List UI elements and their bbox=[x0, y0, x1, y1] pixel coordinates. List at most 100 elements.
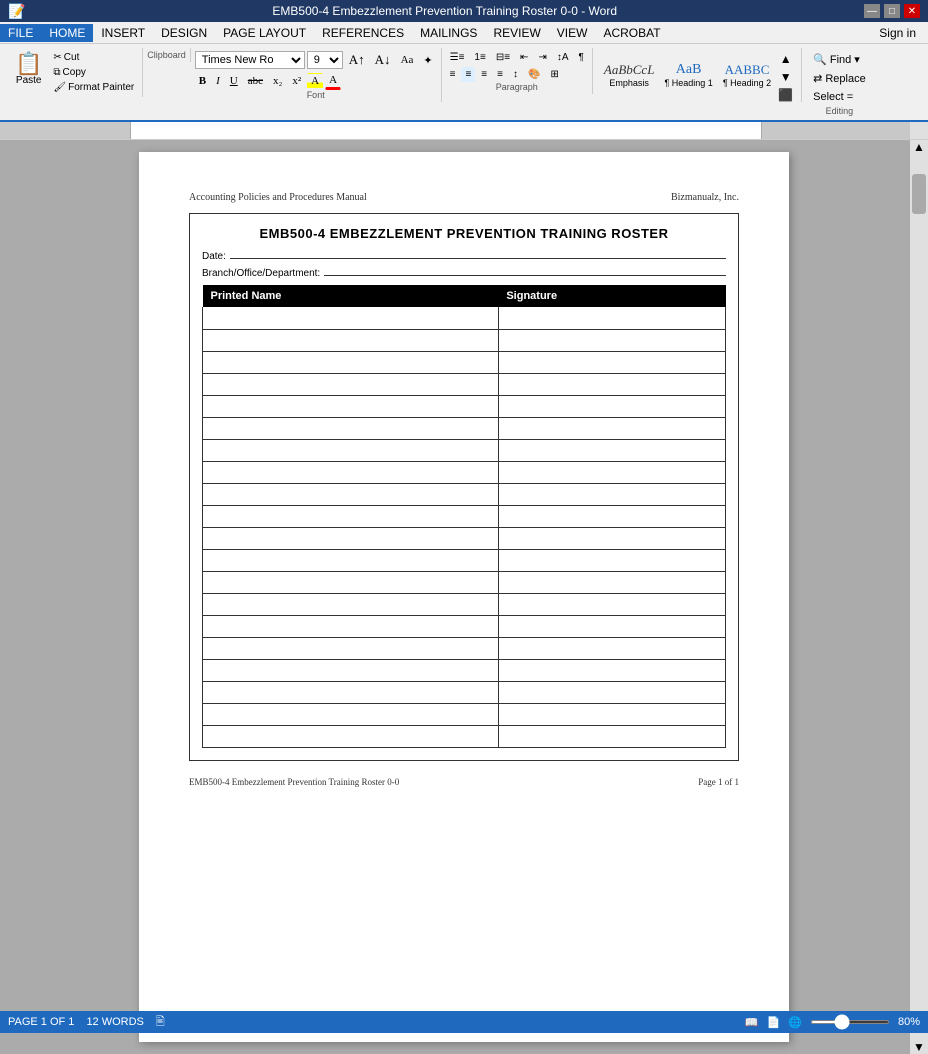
cell-name[interactable] bbox=[203, 681, 499, 703]
align-center-button[interactable]: ≡ bbox=[461, 67, 475, 82]
branch-underline[interactable] bbox=[324, 275, 726, 276]
view-read-button[interactable]: 📖 bbox=[745, 1016, 759, 1029]
strikethrough-button[interactable]: abc bbox=[244, 73, 267, 89]
cut-button[interactable]: ✂ Cut bbox=[49, 50, 138, 65]
cell-signature[interactable] bbox=[498, 439, 725, 461]
cell-signature[interactable] bbox=[498, 681, 725, 703]
sort-button[interactable]: ↕A bbox=[553, 50, 573, 65]
styles-more[interactable]: ⬛ bbox=[776, 86, 795, 104]
view-print-button[interactable]: 📄 bbox=[767, 1016, 781, 1029]
text-highlight-button[interactable]: A bbox=[307, 73, 323, 89]
vertical-scrollbar[interactable]: ▲ ▼ bbox=[910, 140, 928, 1054]
cell-signature[interactable] bbox=[498, 417, 725, 439]
close-button[interactable]: ✕ bbox=[904, 4, 920, 18]
cell-name[interactable] bbox=[203, 615, 499, 637]
shading-button[interactable]: 🎨 bbox=[524, 67, 544, 82]
cell-signature[interactable] bbox=[498, 725, 725, 747]
show-formatting-button[interactable]: ¶ bbox=[575, 50, 588, 65]
cell-signature[interactable] bbox=[498, 637, 725, 659]
cell-name[interactable] bbox=[203, 593, 499, 615]
find-button[interactable]: 🔍 Find ▾ bbox=[808, 50, 871, 69]
style-heading2[interactable]: AABBC ¶ Heading 2 bbox=[718, 59, 776, 91]
style-heading1[interactable]: AaB ¶ Heading 1 bbox=[659, 59, 717, 91]
cell-signature[interactable] bbox=[498, 307, 725, 329]
font-color-button[interactable]: A bbox=[325, 72, 341, 90]
cell-name[interactable] bbox=[203, 703, 499, 725]
cell-name[interactable] bbox=[203, 483, 499, 505]
decrease-indent-button[interactable]: ⇤ bbox=[516, 50, 532, 65]
cell-name[interactable] bbox=[203, 505, 499, 527]
styles-scroll-up[interactable]: ▲ bbox=[776, 50, 795, 68]
select-button[interactable]: Select = bbox=[808, 88, 871, 106]
styles-scroll-down[interactable]: ▼ bbox=[776, 68, 795, 86]
copy-button[interactable]: ⧉ Copy bbox=[49, 65, 138, 80]
cell-name[interactable] bbox=[203, 725, 499, 747]
cell-name[interactable] bbox=[203, 527, 499, 549]
cell-name[interactable] bbox=[203, 549, 499, 571]
cell-signature[interactable] bbox=[498, 329, 725, 351]
scroll-up-button[interactable]: ▲ bbox=[913, 140, 925, 154]
minimize-button[interactable]: — bbox=[864, 4, 880, 18]
view-web-button[interactable]: 🌐 bbox=[788, 1016, 802, 1029]
align-right-button[interactable]: ≡ bbox=[477, 67, 491, 82]
menu-file[interactable]: FILE bbox=[0, 24, 41, 42]
cell-signature[interactable] bbox=[498, 527, 725, 549]
font-size-select[interactable]: 9 bbox=[307, 51, 343, 69]
multilevel-button[interactable]: ⊟≡ bbox=[492, 50, 514, 65]
style-emphasis[interactable]: AaBbCcL Emphasis bbox=[599, 59, 660, 91]
increase-indent-button[interactable]: ⇥ bbox=[534, 50, 550, 65]
cell-signature[interactable] bbox=[498, 659, 725, 681]
superscript-button[interactable]: x² bbox=[288, 73, 305, 89]
zoom-slider[interactable] bbox=[810, 1020, 890, 1024]
align-left-button[interactable]: ≡ bbox=[446, 67, 460, 82]
menu-design[interactable]: DESIGN bbox=[153, 24, 215, 42]
cell-name[interactable] bbox=[203, 571, 499, 593]
cell-signature[interactable] bbox=[498, 461, 725, 483]
cell-signature[interactable] bbox=[498, 549, 725, 571]
sign-in-link[interactable]: Sign in bbox=[867, 24, 928, 42]
line-spacing-button[interactable]: ↕ bbox=[509, 67, 522, 82]
cell-name[interactable] bbox=[203, 307, 499, 329]
cell-signature[interactable] bbox=[498, 593, 725, 615]
cell-name[interactable] bbox=[203, 637, 499, 659]
menu-references[interactable]: REFERENCES bbox=[314, 24, 412, 42]
justify-button[interactable]: ≡ bbox=[493, 67, 507, 82]
paste-button[interactable]: 📋 Paste bbox=[8, 50, 49, 95]
change-case-button[interactable]: Aa bbox=[397, 52, 418, 68]
cell-name[interactable] bbox=[203, 659, 499, 681]
cell-signature[interactable] bbox=[498, 351, 725, 373]
clear-formatting-button[interactable]: ✦ bbox=[419, 52, 436, 69]
date-underline[interactable] bbox=[230, 258, 726, 259]
scrollbar-thumb[interactable] bbox=[912, 174, 926, 214]
menu-home[interactable]: HOME bbox=[41, 24, 93, 42]
menu-mailings[interactable]: MAILINGS bbox=[412, 24, 485, 42]
menu-view[interactable]: VIEW bbox=[549, 24, 596, 42]
format-painter-button[interactable]: 🖌 Format Painter bbox=[49, 80, 138, 95]
numbering-button[interactable]: 1≡ bbox=[470, 50, 489, 65]
cell-name[interactable] bbox=[203, 373, 499, 395]
cell-signature[interactable] bbox=[498, 395, 725, 417]
bold-button[interactable]: B bbox=[195, 73, 210, 89]
cell-signature[interactable] bbox=[498, 571, 725, 593]
cell-name[interactable] bbox=[203, 439, 499, 461]
menu-insert[interactable]: INSERT bbox=[93, 24, 153, 42]
replace-button[interactable]: ⇄ Replace bbox=[808, 69, 871, 88]
cell-signature[interactable] bbox=[498, 703, 725, 725]
bullets-button[interactable]: ☰≡ bbox=[446, 50, 469, 65]
cell-name[interactable] bbox=[203, 461, 499, 483]
shrink-font-button[interactable]: A↓ bbox=[371, 50, 395, 70]
font-name-select[interactable]: Times New Ro bbox=[195, 51, 305, 69]
cell-name[interactable] bbox=[203, 351, 499, 373]
italic-button[interactable]: I bbox=[212, 73, 224, 89]
borders-button[interactable]: ⊞ bbox=[546, 67, 562, 82]
cell-signature[interactable] bbox=[498, 505, 725, 527]
cell-name[interactable] bbox=[203, 395, 499, 417]
menu-pagelayout[interactable]: PAGE LAYOUT bbox=[215, 24, 314, 42]
cell-name[interactable] bbox=[203, 329, 499, 351]
subscript-button[interactable]: x₂ bbox=[269, 73, 286, 89]
cell-signature[interactable] bbox=[498, 373, 725, 395]
underline-button[interactable]: U bbox=[226, 73, 242, 89]
grow-font-button[interactable]: A↑ bbox=[345, 50, 369, 70]
cell-signature[interactable] bbox=[498, 615, 725, 637]
scroll-down-button[interactable]: ▼ bbox=[913, 1040, 925, 1054]
